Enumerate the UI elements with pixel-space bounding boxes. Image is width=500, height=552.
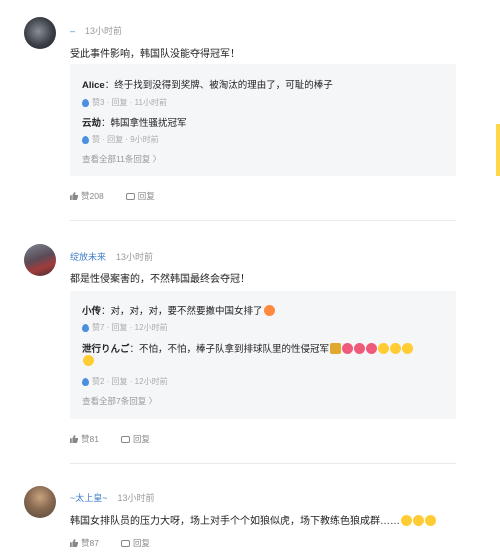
comment-actions: 赞208 回复 <box>70 190 155 202</box>
reply-button[interactable]: 回复 <box>125 190 155 202</box>
reply-box: 小传：对，对，对，要不然要撒中国女排了 赞7 · 回复 · 12小时前 泄行りん… <box>70 291 456 419</box>
comment-bubble-icon <box>125 192 135 200</box>
reply-username[interactable]: Alice <box>82 80 105 91</box>
smile-emoji-icon <box>390 343 402 354</box>
timestamp: 13小时前 <box>116 252 154 262</box>
comment-bubble-icon <box>120 435 130 443</box>
reply-content: ：韩国拿性骚扰冠军 <box>101 118 187 129</box>
reply-text: Alice：终于找到没得到奖牌、被淘汰的理由了，可耻的棒子 <box>82 77 333 91</box>
divider <box>70 220 456 221</box>
grin-emoji-icon <box>263 305 275 316</box>
reply-text: 云劫：韩国拿性骚扰冠军 <box>82 115 187 129</box>
kiss-emoji-icon <box>342 343 354 354</box>
reply-meta-text: 赞2 · 回复 · 12小时前 <box>92 377 168 386</box>
smile-emoji-icon <box>413 515 424 526</box>
comment-text-content: 韩国女排队员的压力大呀，场上对手个个如狼似虎，场下教练色狼成群…… <box>70 516 400 527</box>
username[interactable]: 绽放未来 <box>70 252 106 262</box>
trophy-icon <box>330 343 342 354</box>
view-all-replies-link[interactable]: 查看全部11条回复 〉 <box>82 153 161 165</box>
comment-meta: 绽放未来 13小时前 <box>70 250 153 263</box>
reply-meta: 赞2 · 回复 · 12小时前 <box>82 376 168 387</box>
timestamp: 13小时前 <box>85 26 123 36</box>
reply-label: 回复 <box>132 434 150 444</box>
reply-content: ：不怕，不怕，棒子队拿到排球队里的性侵冠军 <box>129 344 330 355</box>
like-label: 赞87 <box>81 538 99 548</box>
like-drop-icon[interactable] <box>82 377 89 386</box>
cry-laugh-emoji-icon <box>378 343 390 354</box>
reply-meta: 赞 · 回复 · 9小时前 <box>82 134 159 145</box>
reply-button[interactable]: 回复 <box>120 537 150 549</box>
avatar[interactable] <box>24 486 56 518</box>
comment-text: 韩国女排队员的压力大呀，场上对手个个如狼似虎，场下教练色狼成群…… <box>70 512 436 527</box>
comment-actions: 赞81 回复 <box>70 433 150 445</box>
reply-meta: 赞7 · 回复 · 12小时前 <box>82 322 168 333</box>
reply-content: ：终于找到没得到奖牌、被淘汰的理由了，可耻的棒子 <box>104 80 333 91</box>
reply-label: 回复 <box>132 538 150 548</box>
timestamp: 13小时前 <box>117 493 155 503</box>
like-button[interactable]: 赞87 <box>70 537 99 549</box>
avatar[interactable] <box>24 244 56 276</box>
reply-button[interactable]: 回复 <box>120 433 150 445</box>
kiss-emoji-icon <box>354 343 366 354</box>
thumbs-up-icon <box>70 435 78 443</box>
reply-box: Alice：终于找到没得到奖牌、被淘汰的理由了，可耻的棒子 赞3 · 回复 · … <box>70 64 456 176</box>
reply-username[interactable]: 云劫 <box>82 118 101 129</box>
reply-username[interactable]: 小传 <box>82 306 101 317</box>
thumbs-up-icon <box>70 539 78 547</box>
like-button[interactable]: 赞81 <box>70 433 99 445</box>
comment-actions: 赞87 回复 <box>70 537 150 549</box>
comment-text: 受此事件影响，韩国队没能夺得冠军！ <box>70 49 240 60</box>
view-all-replies-link[interactable]: 查看全部7条回复 〉 <box>82 395 157 407</box>
comment-text: 都是性侵案害的，不然韩国最终会夺冠！ <box>70 274 250 285</box>
like-label: 赞208 <box>81 191 104 201</box>
like-drop-icon[interactable] <box>82 98 89 107</box>
smirk-emoji-icon <box>401 515 412 526</box>
reply-meta: 赞3 · 回复 · 11小时前 <box>82 97 167 108</box>
comment-bubble-icon <box>120 539 130 547</box>
reply-content: ：对，对，对，要不然要撒中国女排了 <box>101 306 263 317</box>
reply-text: 泄行りんご：不怕，不怕，棒子队拿到排球队里的性侵冠军 <box>82 341 414 355</box>
smile-emoji-icon <box>402 343 414 354</box>
reply-emoji-line <box>82 355 94 367</box>
comment-meta: ~太上皇~ 13小时前 <box>70 491 155 504</box>
username[interactable]: – <box>70 26 75 36</box>
reply-text: 小传：对，对，对，要不然要撒中国女排了 <box>82 303 275 317</box>
avatar[interactable] <box>24 17 56 49</box>
kiss-emoji-icon <box>366 343 378 354</box>
reply-meta-text: 赞 · 回复 · 9小时前 <box>92 135 159 144</box>
thumbs-up-icon <box>70 192 78 200</box>
scroll-indicator <box>496 124 500 176</box>
username[interactable]: ~太上皇~ <box>70 493 108 503</box>
smile-emoji-icon <box>425 515 436 526</box>
reply-meta-text: 赞3 · 回复 · 11小时前 <box>92 98 167 107</box>
like-drop-icon[interactable] <box>82 323 89 332</box>
reply-label: 回复 <box>137 191 155 201</box>
like-drop-icon[interactable] <box>82 135 89 144</box>
smile-emoji-icon <box>83 355 94 366</box>
like-label: 赞81 <box>81 434 99 444</box>
like-button[interactable]: 赞208 <box>70 190 104 202</box>
divider <box>70 463 456 464</box>
comment-meta: –13小时前 <box>70 24 122 37</box>
reply-username[interactable]: 泄行りんご <box>82 344 130 355</box>
reply-meta-text: 赞7 · 回复 · 12小时前 <box>92 323 168 332</box>
